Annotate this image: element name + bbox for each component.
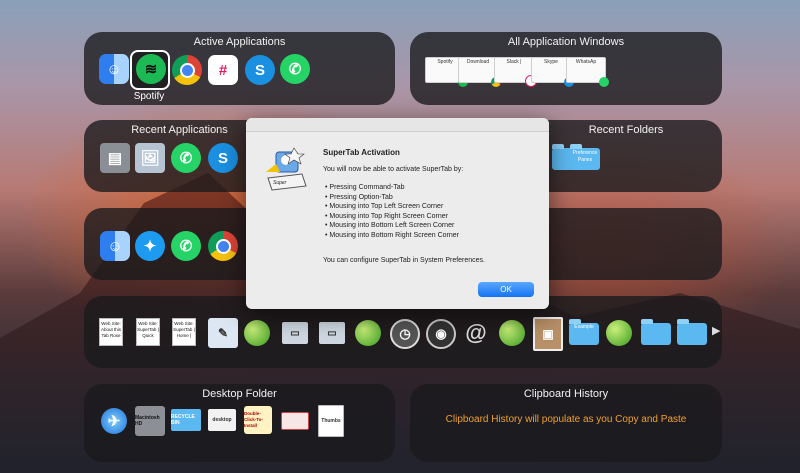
screenshot-icon[interactable]: ▭: [319, 322, 345, 344]
harddrive-icon[interactable]: Macintosh HD: [135, 406, 165, 436]
utility-app-icon[interactable]: ▤: [100, 143, 130, 173]
clipboard-history-panel: Clipboard History Clipboard History will…: [410, 384, 722, 462]
panel-title: Recent Folders: [588, 124, 664, 136]
window-thumbnail[interactable]: Slack |: [494, 57, 537, 87]
item-label: desktop: [212, 417, 232, 423]
folder-label: Preference Panes: [572, 150, 598, 163]
green-ball-icon[interactable]: [499, 320, 525, 346]
skype-icon[interactable]: S: [245, 55, 275, 85]
document-label: Web Site: SuperTab | Home |: [173, 321, 195, 338]
item-label: Double-Click-To-Install: [244, 411, 263, 428]
panel-title: Clipboard History: [523, 388, 609, 400]
folder-icon[interactable]: [641, 319, 671, 345]
ok-button[interactable]: OK: [478, 282, 534, 297]
list-item: Mousing into Top Right Screen Corner: [325, 212, 459, 222]
card-icon[interactable]: [281, 412, 309, 430]
activation-dialog: Super SuperTab Activation You will now b…: [246, 118, 549, 309]
slack-icon[interactable]: #: [208, 55, 238, 85]
green-ball-icon[interactable]: [355, 320, 381, 346]
list-item: Mousing into Top Left Screen Corner: [325, 202, 459, 212]
desktop-folder-panel: Desktop Folder: [84, 384, 395, 462]
whatsapp-icon[interactable]: ✆: [280, 54, 310, 84]
folder-icon[interactable]: Example: [569, 319, 599, 345]
whatsapp-icon: [599, 77, 609, 87]
dialog-title: SuperTab Activation: [323, 148, 400, 157]
window-label: Spotify: [437, 59, 453, 65]
document-label: Web Site: About this Tab Rose: [100, 321, 121, 338]
folder-icon[interactable]: [677, 319, 707, 345]
screenshot-icon[interactable]: ▭: [282, 322, 308, 344]
folder-icon[interactable]: Preference Panes: [570, 144, 600, 170]
skype-icon[interactable]: S: [208, 143, 238, 173]
desktop-file-icon[interactable]: desktop: [208, 409, 236, 431]
folder-label: Example: [574, 324, 594, 330]
panel-title: Desktop Folder: [202, 388, 277, 400]
finder-icon[interactable]: ☺: [99, 54, 129, 84]
green-ball-icon[interactable]: [244, 320, 270, 346]
chrome-icon[interactable]: [172, 55, 202, 85]
selected-app-label: Spotify: [133, 91, 165, 102]
dialog-titlebar: [246, 118, 549, 132]
recycle-bin-icon[interactable]: RECYCLE BIN: [171, 409, 201, 431]
preview-app-icon[interactable]: 🖼: [135, 143, 165, 173]
window-label: Slack |: [506, 59, 522, 65]
supertab-logo-icon: Super: [266, 147, 307, 191]
dialog-intro: You will now be able to activate SuperTa…: [323, 166, 464, 173]
document-icon[interactable]: Thumbs: [318, 405, 344, 437]
panel-title: All Application Windows: [507, 36, 625, 48]
list-item: Pressing Command-Tab: [325, 183, 459, 193]
safari-icon[interactable]: ✈: [101, 408, 127, 434]
whatsapp-icon[interactable]: ✆: [171, 231, 201, 261]
green-ball-icon[interactable]: [606, 320, 632, 346]
list-item: Mousing into Bottom Right Screen Corner: [325, 231, 459, 241]
item-label: Macintosh HD: [135, 415, 160, 427]
more-arrow-icon[interactable]: ▶: [712, 324, 720, 337]
logo-text: Super: [273, 180, 287, 186]
picture-icon[interactable]: ▣: [533, 317, 563, 351]
window-label: Download: [466, 59, 490, 65]
installer-icon[interactable]: Double-Click-To-Install: [244, 406, 272, 434]
timer-icon[interactable]: ◉: [426, 319, 456, 349]
window-thumbnail[interactable]: Download: [458, 57, 501, 87]
item-label: RECYCLE BIN: [171, 414, 195, 426]
document-icon[interactable]: Web Site: SuperTab | Quick: [136, 318, 160, 346]
finder-icon[interactable]: ☺: [100, 231, 130, 261]
chrome-icon[interactable]: [208, 231, 238, 261]
item-label: Thumbs: [321, 418, 341, 424]
spotify-icon[interactable]: ≋: [136, 54, 166, 84]
app-file-icon[interactable]: ✎: [208, 318, 238, 348]
document-icon[interactable]: Web Site: About this Tab Rose: [99, 318, 123, 346]
whatsapp-icon[interactable]: ✆: [171, 143, 201, 173]
clipboard-empty-message: Clipboard History will populate as you C…: [445, 414, 687, 425]
document-label: Web Site: SuperTab | Quick: [137, 321, 159, 338]
at-icon[interactable]: @: [462, 319, 490, 347]
dialog-footer: You can configure SuperTab in System Pre…: [323, 257, 486, 264]
window-label: Skype: [544, 59, 558, 65]
window-label: WhatsAp: [575, 59, 597, 65]
document-icon[interactable]: Web Site: SuperTab | Home |: [172, 318, 196, 346]
window-thumbnail[interactable]: Skype: [531, 57, 574, 87]
list-item: Pressing Option-Tab: [325, 193, 459, 203]
activation-methods-list: Pressing Command-Tab Pressing Option-Tab…: [325, 183, 459, 241]
list-item: Mousing into Bottom Left Screen Corner: [325, 221, 459, 231]
twitter-icon[interactable]: ✦: [135, 231, 165, 261]
panel-title: Active Applications: [193, 36, 286, 48]
clock-icon[interactable]: ◷: [390, 319, 420, 349]
window-thumbnail[interactable]: WhatsAp: [566, 57, 609, 87]
